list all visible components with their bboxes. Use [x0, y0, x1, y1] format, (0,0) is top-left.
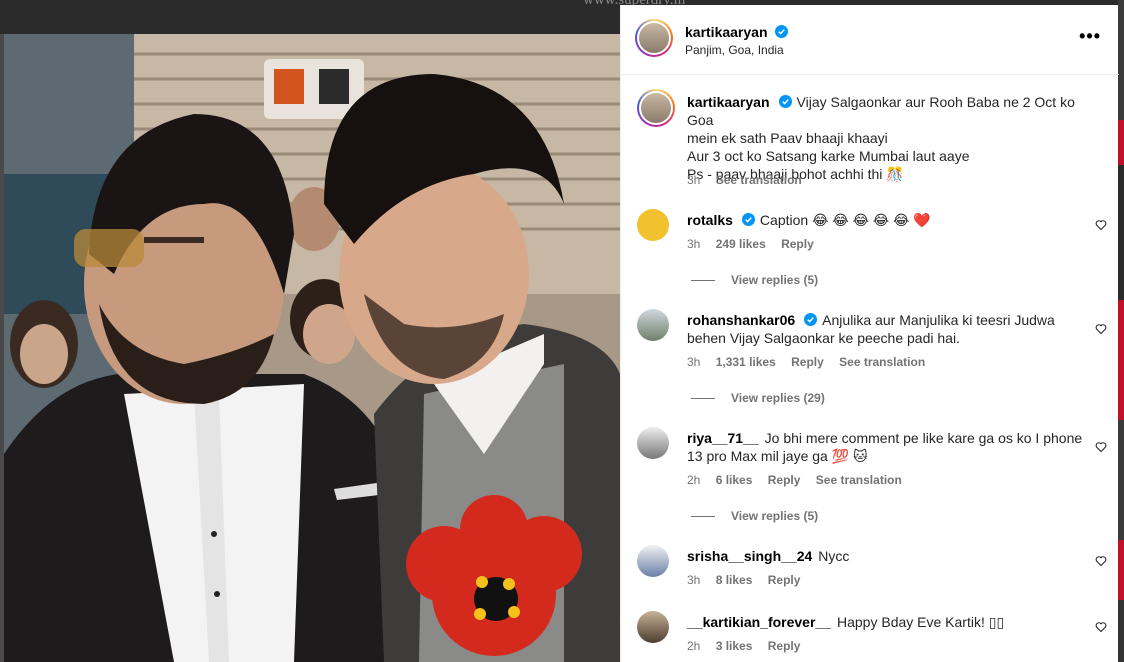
- comment-avatar[interactable]: [637, 611, 669, 643]
- comment-time: 2h: [687, 639, 701, 653]
- comment-reply-button[interactable]: Reply: [791, 355, 824, 369]
- comment-time: 2h: [687, 473, 701, 487]
- verified-badge-icon: [741, 213, 755, 226]
- caption-line-3: Aur 3 oct ko Satsang karke Mumbai laut a…: [687, 148, 970, 164]
- comment-time: 3h: [687, 355, 701, 369]
- comment-avatar[interactable]: [637, 545, 669, 577]
- view-replies-label: View replies (5): [731, 273, 819, 287]
- comment-meta: 3h 8 likes Reply: [687, 573, 812, 587]
- backdrop-edge: [1118, 0, 1124, 662]
- comment-username[interactable]: riya__71__: [687, 430, 759, 446]
- view-replies-line: [691, 280, 715, 282]
- heart-outline-icon[interactable]: [1095, 441, 1107, 453]
- comment-reply-button[interactable]: Reply: [781, 237, 814, 251]
- comment-time: 3h: [687, 573, 701, 587]
- comment-username[interactable]: rohanshankar06: [687, 312, 795, 328]
- comment-reply-button[interactable]: Reply: [768, 473, 801, 487]
- comment-text: rohanshankar06 Anjulika aur Manjulika ki …: [687, 311, 1087, 347]
- comment-avatar[interactable]: [637, 209, 669, 241]
- caption-text: kartikaaryan Vijay Salgaonkar aur Rooh Ba…: [687, 93, 1087, 183]
- view-replies-button[interactable]: View replies (5): [691, 273, 818, 287]
- comment-text: __kartikian_forever__ Happy Bday Eve Kart…: [687, 613, 1087, 631]
- comment-meta: 2h 6 likes Reply See translation: [687, 473, 914, 487]
- comment-meta: 3h 1,331 likes Reply See translation: [687, 355, 937, 369]
- comment-item: rohanshankar06 Anjulika aur Manjulika ki …: [637, 309, 1107, 409]
- caption-line-2: mein ek sath Paav bhaaji khaayi: [687, 130, 888, 146]
- view-replies-button[interactable]: View replies (29): [691, 391, 825, 405]
- comment-meta: 3h 249 likes Reply: [687, 237, 826, 251]
- heart-outline-icon[interactable]: [1095, 621, 1107, 633]
- post-location[interactable]: Panjim, Goa, India: [685, 43, 784, 57]
- view-replies-label: View replies (5): [731, 509, 819, 523]
- comment-item: rotalks Caption 😂 😂 😂 😂 😂 ❤️ 3h 249 likes…: [637, 209, 1107, 299]
- post-photo[interactable]: [4, 34, 620, 662]
- comment-username[interactable]: __kartikian_forever__: [687, 614, 831, 630]
- comment-see-translation[interactable]: See translation: [816, 473, 902, 487]
- comment-likes[interactable]: 8 likes: [716, 573, 753, 587]
- comment-body: Caption 😂 😂 😂 😂 😂 ❤️: [759, 212, 931, 228]
- caption-meta: 3h See translation: [687, 173, 814, 187]
- heart-outline-icon[interactable]: [1095, 555, 1107, 567]
- comment-likes[interactable]: 6 likes: [716, 473, 753, 487]
- comment-text: rotalks Caption 😂 😂 😂 😂 😂 ❤️: [687, 211, 1087, 229]
- post-header: kartikaaryan Panjim, Goa, India •••: [621, 5, 1119, 75]
- comment-time: 3h: [687, 237, 701, 251]
- view-replies-button[interactable]: View replies (5): [691, 509, 818, 523]
- caption-avatar[interactable]: [637, 89, 675, 127]
- heart-outline-icon[interactable]: [1095, 323, 1107, 335]
- view-replies-line: [691, 398, 715, 400]
- post-detail-panel: kartikaaryan Panjim, Goa, India ••• kart…: [620, 5, 1119, 662]
- verified-badge-icon: [774, 25, 788, 38]
- post-photo-illustration: [4, 34, 620, 662]
- view-replies-label: View replies (29): [731, 391, 825, 405]
- comment-see-translation[interactable]: See translation: [839, 355, 925, 369]
- verified-badge-icon: [804, 313, 818, 326]
- comment-avatar[interactable]: [637, 309, 669, 341]
- comment-likes[interactable]: 249 likes: [716, 237, 766, 251]
- comment-reply-button[interactable]: Reply: [768, 573, 801, 587]
- comment-item: srisha__singh__24 Nycc 3h 8 likes Reply: [637, 545, 1107, 595]
- comment-body: Happy Bday Eve Kartik! ▯▯: [837, 614, 1005, 630]
- view-replies-line: [691, 516, 715, 518]
- comment-likes[interactable]: 1,331 likes: [716, 355, 776, 369]
- comment-username[interactable]: srisha__singh__24: [687, 548, 812, 564]
- post-caption: kartikaaryan Vijay Salgaonkar aur Rooh Ba…: [637, 89, 1107, 189]
- comment-meta: 2h 3 likes Reply: [687, 639, 812, 653]
- author-avatar[interactable]: [635, 19, 673, 57]
- caption-time: 3h: [687, 173, 701, 187]
- verified-badge-icon: [778, 95, 792, 108]
- comment-item: riya__71__ Jo bhi mere comment pe like ka…: [637, 427, 1107, 527]
- more-options-icon[interactable]: •••: [1079, 27, 1101, 45]
- caption-username[interactable]: kartikaaryan: [687, 94, 770, 110]
- comment-reply-button[interactable]: Reply: [768, 639, 801, 653]
- author-username[interactable]: kartikaaryan: [685, 24, 768, 40]
- comment-text: srisha__singh__24 Nycc: [687, 547, 1087, 565]
- comment-item: __kartikian_forever__ Happy Bday Eve Kart…: [637, 611, 1107, 661]
- comment-body: Nycc: [818, 548, 850, 564]
- comment-avatar[interactable]: [637, 427, 669, 459]
- comment-text: riya__71__ Jo bhi mere comment pe like ka…: [687, 429, 1087, 465]
- heart-outline-icon[interactable]: [1095, 219, 1107, 231]
- caption-see-translation[interactable]: See translation: [716, 173, 802, 187]
- comment-username[interactable]: rotalks: [687, 212, 733, 228]
- comment-likes[interactable]: 3 likes: [716, 639, 753, 653]
